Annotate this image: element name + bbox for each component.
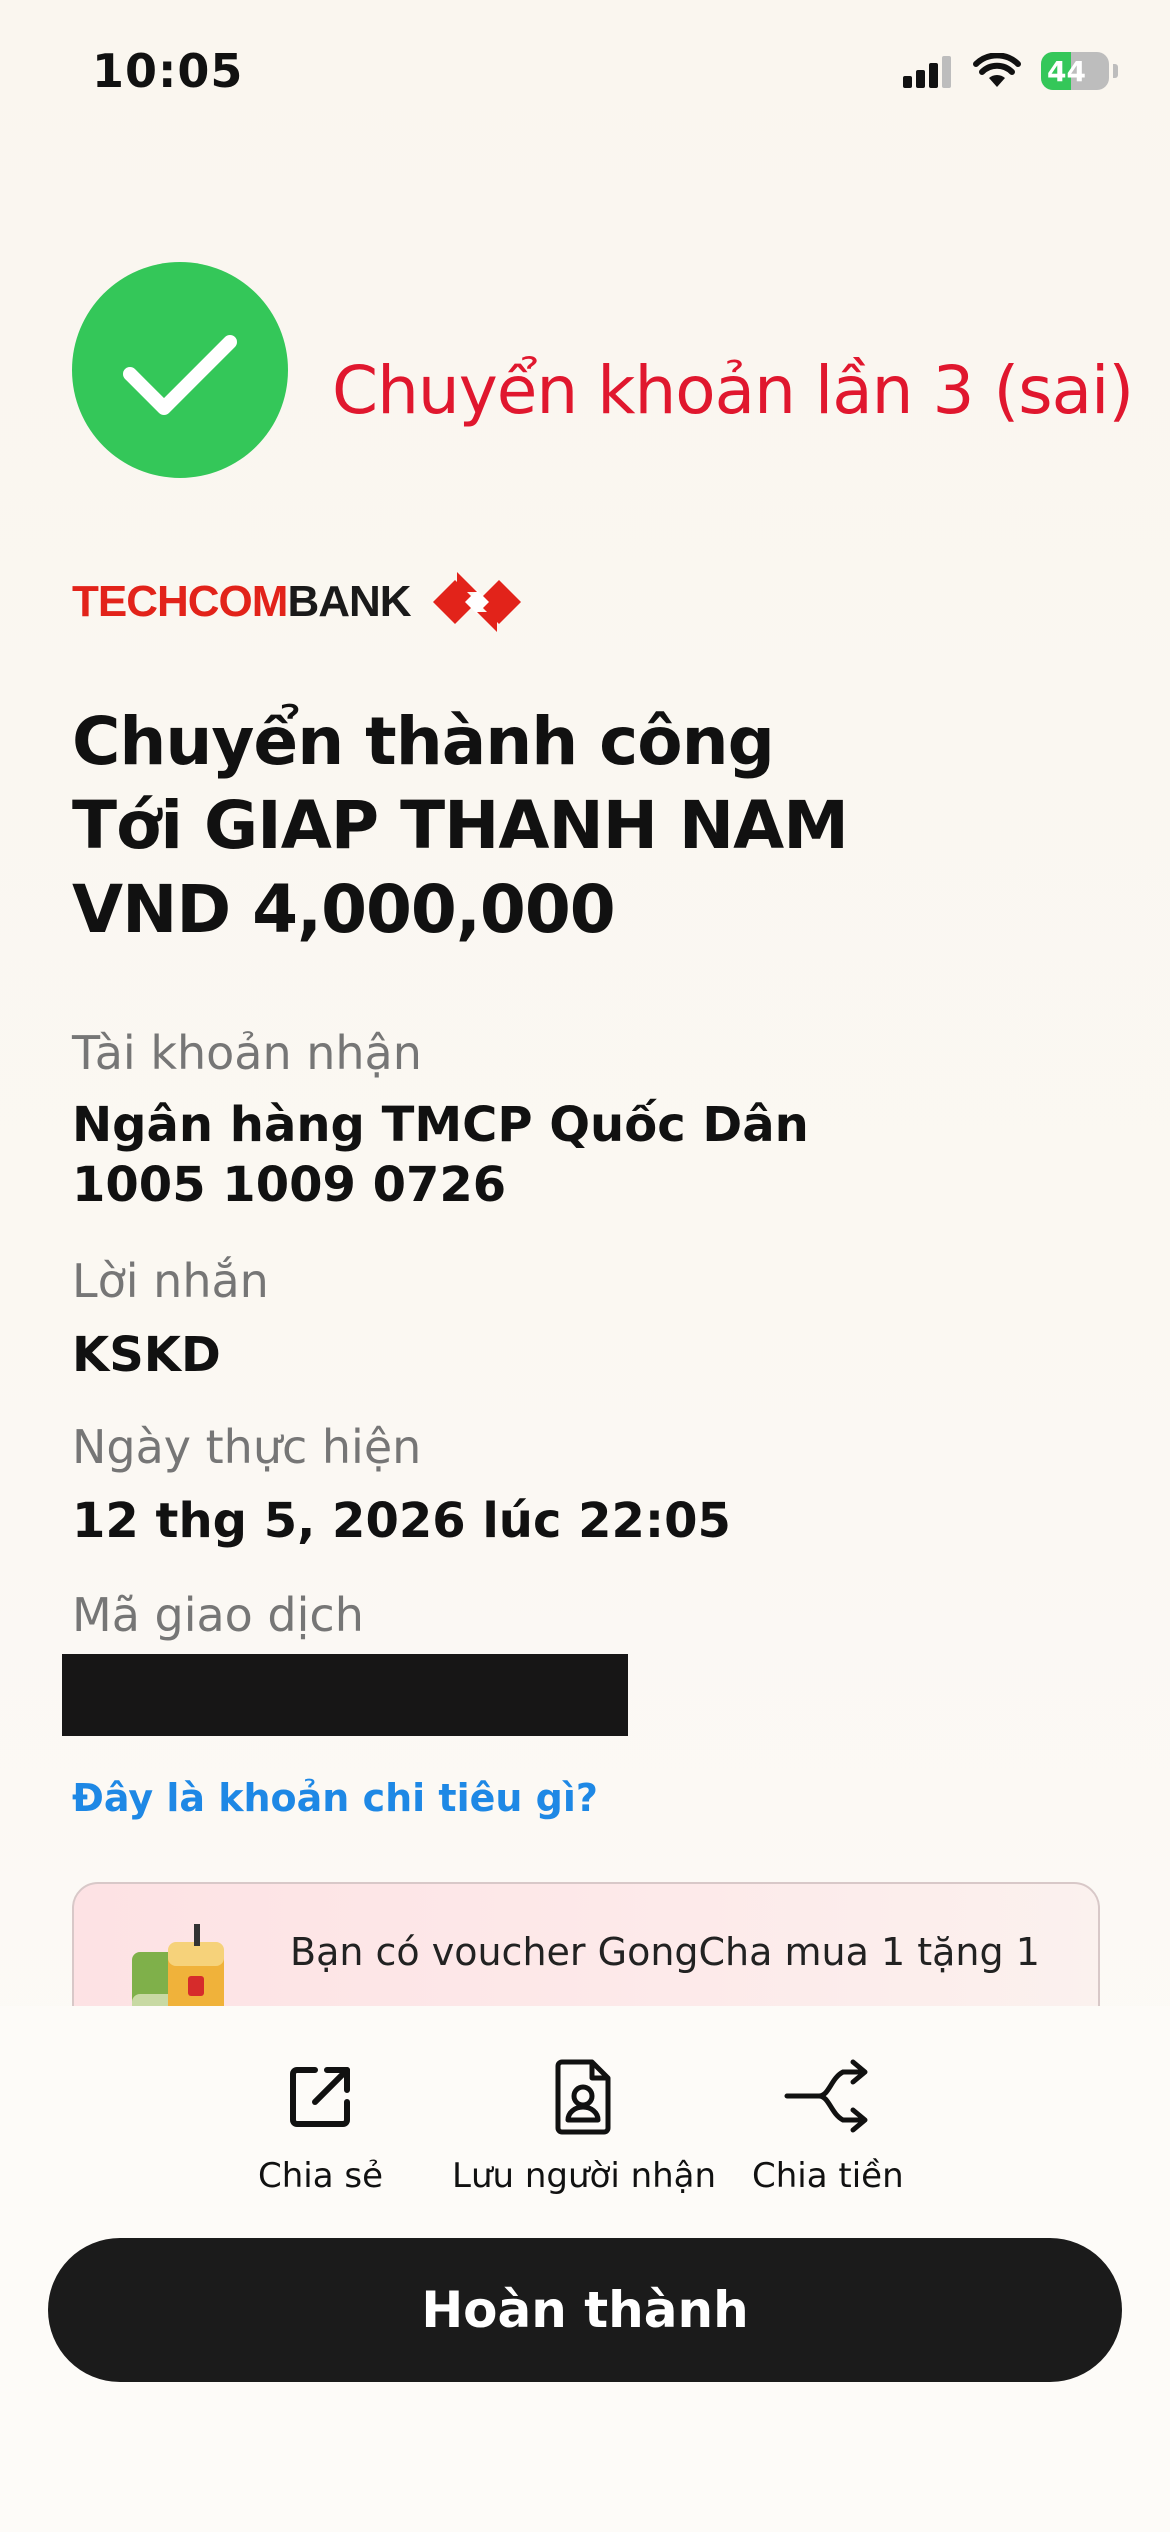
wifi-icon	[973, 53, 1021, 87]
message-value: KSKD	[72, 1327, 221, 1383]
voucher-banner-viewport: Bạn có voucher GongCha mua 1 tặng 1	[72, 1882, 1100, 2007]
share-action[interactable]: Chia sẻ	[258, 2056, 383, 2196]
logo-part-1: TECHCOM	[72, 577, 288, 626]
logo-wordmark: TECHCOMBANK	[72, 577, 412, 627]
share-icon	[289, 2067, 350, 2127]
transfer-recipient: Tới GIAP THANH NAM	[72, 787, 849, 864]
logo-part-2: BANK	[287, 577, 411, 626]
status-time: 10:05	[92, 44, 244, 98]
date-value: 12 thg 5, 2026 lúc 22:05	[72, 1493, 731, 1549]
save-recipient-label: Lưu người nhận	[452, 2156, 717, 2196]
bank-name: Ngân hàng TMCP Quốc Dân	[72, 1097, 809, 1153]
split-bill-label: Chia tiền	[752, 2156, 904, 2196]
message-label: Lời nhắn	[72, 1254, 269, 1308]
account-number: 1005 1009 0726	[72, 1157, 507, 1213]
transfer-amount: VND 4,000,000	[72, 871, 616, 948]
receiver-label: Tài khoản nhận	[72, 1026, 422, 1080]
share-label: Chia sẻ	[258, 2156, 384, 2196]
battery-icon: 44	[1041, 52, 1109, 90]
split-icon	[784, 2059, 868, 2133]
techcombank-logo: TECHCOMBANK	[72, 570, 523, 634]
save-recipient-action[interactable]: Lưu người nhận	[452, 2056, 716, 2196]
logo-mark-icon	[432, 572, 521, 632]
done-button[interactable]: Hoàn thành	[48, 2238, 1122, 2382]
success-check-icon	[72, 262, 288, 478]
battery-tip	[1113, 64, 1118, 78]
split-bill-action[interactable]: Chia tiền	[752, 2056, 904, 2196]
gongcha-drink-icon	[132, 1924, 224, 2007]
transfer-status: Chuyển thành công	[72, 703, 775, 780]
battery-level: 44	[1047, 54, 1086, 88]
signal-icon	[903, 56, 951, 88]
redacted-txn-id	[62, 1654, 628, 1736]
status-icons: 44	[903, 52, 1118, 90]
voucher-text: Bạn có voucher GongCha mua 1 tặng 1	[290, 1930, 1040, 1974]
transfer-summary: Chuyển thành công Tới GIAP THANH NAM VND…	[72, 700, 849, 952]
voucher-banner[interactable]: Bạn có voucher GongCha mua 1 tặng 1	[72, 1882, 1100, 2007]
annotation-text: Chuyển khoản lần 3 (sai)	[332, 352, 1134, 429]
spending-category-link[interactable]: Đây là khoản chi tiêu gì?	[72, 1776, 598, 1820]
contact-save-icon	[555, 2059, 611, 2135]
date-label: Ngày thực hiện	[72, 1420, 422, 1474]
txn-id-label: Mã giao dịch	[72, 1588, 364, 1642]
